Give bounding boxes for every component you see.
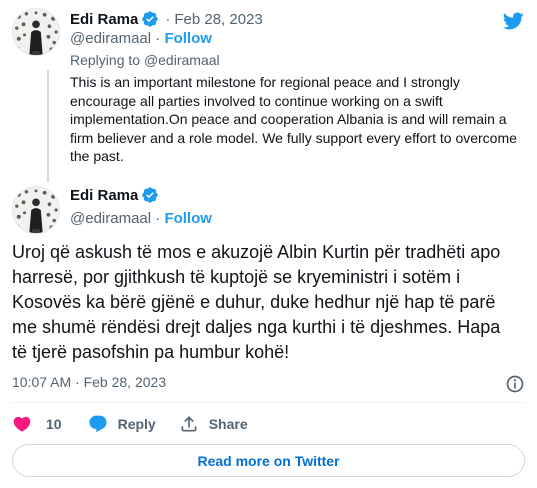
tweet-meta-row: 10:07 AM · Feb 28, 2023 [12,374,525,394]
share-button[interactable]: Share [179,414,248,434]
author-handle[interactable]: @ediramaal [70,210,151,227]
tweet-timestamp[interactable]: 10:07 AM · Feb 28, 2023 [12,374,166,390]
author-name[interactable]: Edi Rama [70,11,138,28]
parent-tweet[interactable]: Edi Rama · Feb 28, 2023 @ediramaal · Fol… [12,6,525,182]
separator-dot: · [155,210,161,227]
speech-bubble-icon [89,415,107,433]
replying-to-line: Replying to @ediramaal [70,52,220,68]
reply-button[interactable]: Reply [88,414,156,434]
info-icon[interactable] [505,374,525,394]
reply-label: Reply [117,416,156,432]
tweet-actions: 10 Reply Share [12,411,271,437]
read-more-button[interactable]: Read more on Twitter [12,444,525,477]
share-arrow-icon [181,416,197,432]
like-button[interactable]: 10 [12,414,62,434]
main-tweet-header: Edi Rama @ediramaal · Follow [12,186,525,238]
thread-connector-line [47,70,49,182]
parent-author-row: Edi Rama · Feb 28, 2023 [70,10,263,28]
like-count: 10 [46,416,62,432]
follow-button[interactable]: Follow [164,210,212,227]
verified-badge-icon [141,10,159,28]
share-label: Share [208,416,248,432]
divider [12,402,525,403]
separator-dot: · [165,10,171,28]
twitter-bird-icon[interactable] [501,10,525,32]
tweet-date[interactable]: Feb 28, 2023 [174,11,262,28]
verified-badge-icon [141,186,159,204]
replying-to-mention[interactable]: @ediramaal [144,52,220,68]
replying-to-label: Replying to [70,52,141,68]
main-handle-row: @ediramaal · Follow [70,210,212,227]
author-handle[interactable]: @ediramaal [70,30,151,47]
tweet-embed-card: Edi Rama · Feb 28, 2023 @ediramaal · Fol… [0,0,537,488]
avatar[interactable] [12,186,60,234]
author-name[interactable]: Edi Rama [70,187,138,204]
separator-dot: · [155,30,161,47]
heart-icon [13,416,31,432]
main-tweet-text: Uroj që askush të mos e akuzojë Albin Ku… [12,242,501,362]
follow-button[interactable]: Follow [164,30,212,47]
avatar[interactable] [12,8,60,56]
parent-tweet-text: This is an important milestone for regio… [70,74,517,164]
parent-handle-row: @ediramaal · Follow [70,30,212,47]
main-author-row: Edi Rama [70,186,159,204]
